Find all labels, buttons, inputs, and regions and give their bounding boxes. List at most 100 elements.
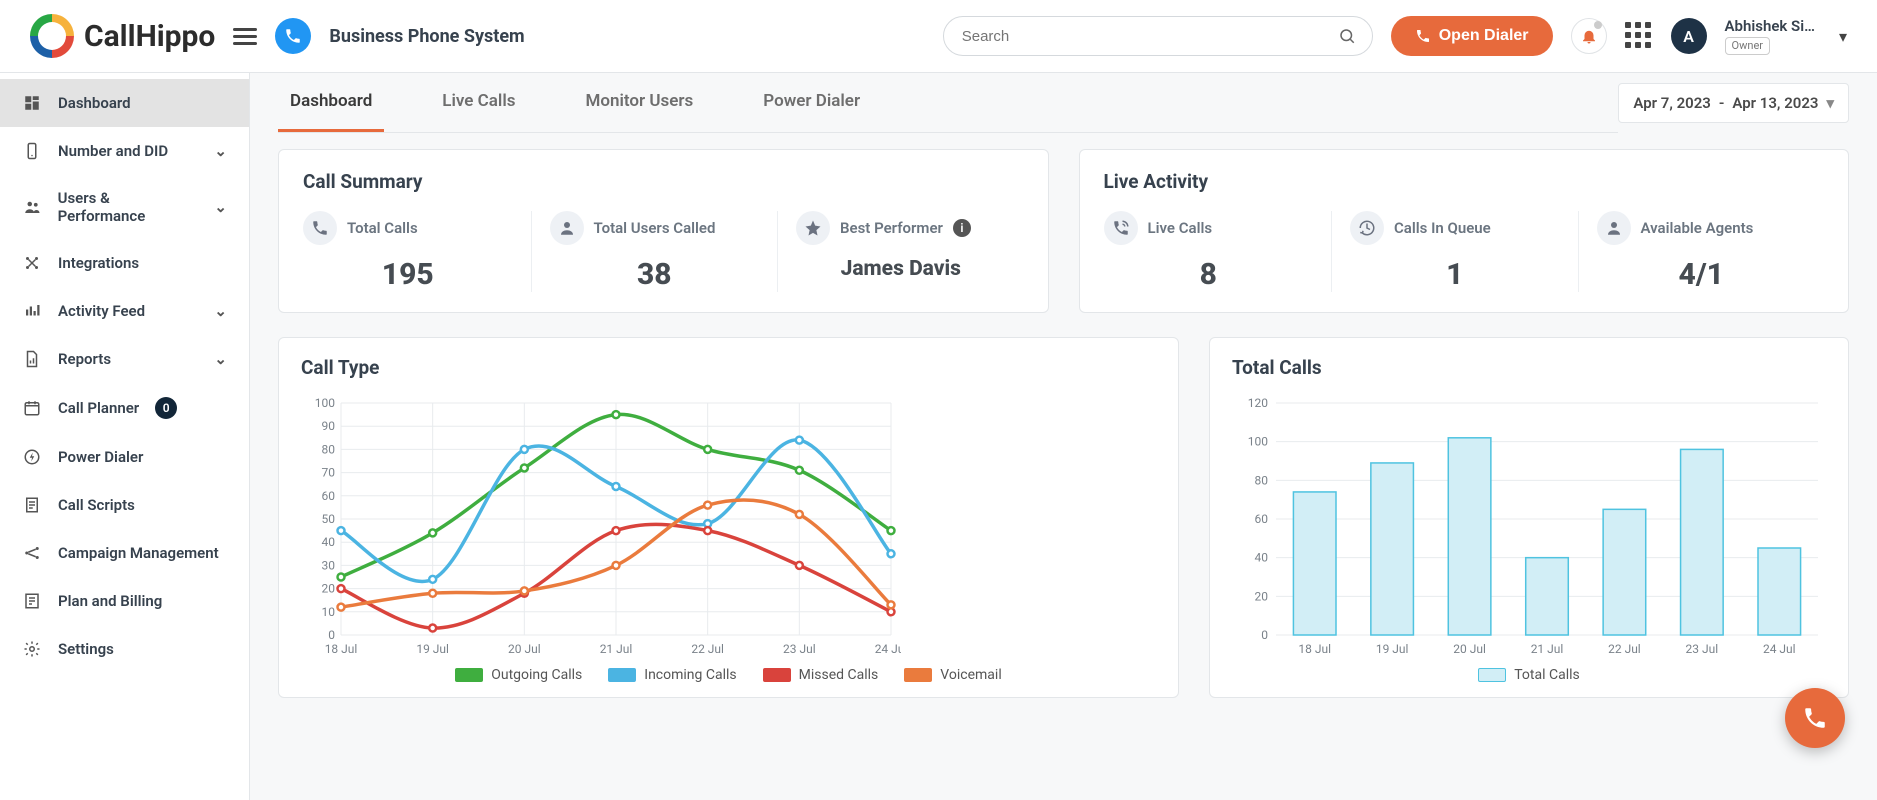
svg-text:60: 60: [322, 489, 336, 503]
sidebar-item-power[interactable]: Power Dialer: [0, 433, 249, 481]
open-dialer-button[interactable]: Open Dialer: [1391, 16, 1553, 56]
summary-stat-1: Total Users Called 38: [531, 211, 778, 292]
svg-text:23 Jul: 23 Jul: [1686, 642, 1719, 656]
integrations-icon: [22, 253, 42, 273]
sidebar-item-activity[interactable]: Activity Feed ⌄: [0, 287, 249, 335]
call-summary-card: Call Summary Total Calls 195 Total Users…: [278, 149, 1049, 313]
date-range-picker[interactable]: Apr 7, 2023 - Apr 13, 2023 ▾: [1618, 83, 1849, 123]
sidebar-badge: 0: [155, 397, 177, 419]
hamburger-toggle[interactable]: [233, 28, 257, 45]
user-role-badge: Owner: [1725, 37, 1770, 54]
tab-power-dialer[interactable]: Power Dialer: [751, 73, 872, 132]
sidebar-item-reports[interactable]: Reports ⌄: [0, 335, 249, 383]
topbar: CallHippo Business Phone System Open Dia…: [0, 0, 1877, 73]
avatar[interactable]: A: [1671, 18, 1707, 54]
live-stat-1: Calls In Queue 1: [1331, 211, 1578, 292]
sidebar-item-campaign[interactable]: Campaign Management: [0, 529, 249, 577]
svg-text:19 Jul: 19 Jul: [416, 642, 449, 656]
sidebar-item-dashboard[interactable]: Dashboard: [0, 79, 249, 127]
tab-monitor-users[interactable]: Monitor Users: [574, 73, 706, 132]
sidebar-item-label: Settings: [58, 640, 114, 658]
tab-dashboard[interactable]: Dashboard: [278, 73, 384, 132]
campaign-icon: [22, 543, 42, 563]
chevron-down-icon: ▾: [1826, 94, 1834, 112]
live-icon: [1104, 211, 1138, 245]
svg-text:20 Jul: 20 Jul: [508, 642, 541, 656]
call-type-card: Call Type 010203040506070809010018 Jul19…: [278, 337, 1179, 698]
user-menu[interactable]: Abhishek Si… Owner: [1725, 17, 1815, 54]
apps-menu-icon[interactable]: [1625, 22, 1653, 50]
search-input[interactable]: [960, 27, 1338, 46]
summary-stat-0: Total Calls 195: [303, 211, 531, 292]
users-icon: [22, 197, 42, 217]
sidebar-item-users[interactable]: Users & Performance ⌄: [0, 175, 249, 239]
sidebar-item-billing[interactable]: Plan and Billing: [0, 577, 249, 625]
live-stat-0: Live Calls 8: [1104, 211, 1332, 292]
sidebar-item-number[interactable]: Number and DID ⌄: [0, 127, 249, 175]
dashboard-icon: [22, 93, 42, 113]
settings-icon: [22, 639, 42, 659]
svg-text:19 Jul: 19 Jul: [1376, 642, 1409, 656]
person-icon: [550, 211, 584, 245]
chevron-down-icon: ⌄: [214, 350, 227, 368]
date-to: Apr 13, 2023: [1732, 94, 1818, 112]
stat-label: Live Calls: [1148, 219, 1213, 237]
sidebar-item-label: Call Scripts: [58, 496, 135, 514]
svg-text:23 Jul: 23 Jul: [783, 642, 816, 656]
bell-icon: [1580, 27, 1598, 45]
legend-item[interactable]: Voicemail: [904, 667, 1001, 683]
sidebar-item-label: Dashboard: [58, 94, 131, 112]
legend-item[interactable]: Outgoing Calls: [455, 667, 582, 683]
svg-text:21 Jul: 21 Jul: [600, 642, 633, 656]
phone-icon: [1415, 28, 1431, 44]
scripts-icon: [22, 495, 42, 515]
svg-text:100: 100: [1248, 435, 1268, 449]
queue-icon: [1350, 211, 1384, 245]
stat-label: Calls In Queue: [1394, 219, 1491, 237]
svg-text:90: 90: [322, 419, 336, 433]
power-icon: [22, 447, 42, 467]
stat-label: Total Users Called: [594, 219, 716, 237]
chevron-down-icon: ⌄: [214, 302, 227, 320]
legend-item[interactable]: Incoming Calls: [608, 667, 736, 683]
sidebar-item-settings[interactable]: Settings: [0, 625, 249, 673]
notifications-button[interactable]: [1571, 18, 1607, 54]
brand-name: CallHippo: [84, 19, 215, 54]
svg-text:60: 60: [1255, 512, 1269, 526]
user-name: Abhishek Si…: [1725, 17, 1815, 35]
live-stat-2: Available Agents 4/1: [1578, 211, 1825, 292]
svg-text:0: 0: [328, 628, 335, 642]
brand-logo[interactable]: CallHippo: [30, 14, 215, 58]
global-search[interactable]: [943, 16, 1373, 56]
info-icon[interactable]: i: [953, 219, 971, 237]
brand-icon: [30, 14, 74, 58]
main-content: Dashboard Live Calls Monitor Users Power Di…: [250, 73, 1877, 800]
stat-value: 38: [550, 257, 760, 292]
billing-icon: [22, 591, 42, 611]
stat-value: 195: [303, 257, 513, 292]
sidebar-item-label: Call Planner: [58, 399, 139, 417]
star-icon: [796, 211, 830, 245]
sidebar-item-label: Users & Performance: [58, 189, 199, 225]
call-summary-title: Call Summary: [303, 170, 1024, 193]
svg-text:40: 40: [1255, 551, 1269, 565]
sidebar-item-label: Reports: [58, 350, 111, 368]
svg-text:18 Jul: 18 Jul: [325, 642, 358, 656]
reports-icon: [22, 349, 42, 369]
phone-icon: [303, 211, 337, 245]
tab-live-calls[interactable]: Live Calls: [430, 73, 527, 132]
planner-icon: [22, 398, 42, 418]
sidebar-item-label: Campaign Management: [58, 544, 219, 562]
fab-dialer-button[interactable]: [1785, 688, 1845, 748]
svg-text:30: 30: [322, 558, 336, 572]
date-sep: -: [1719, 94, 1725, 112]
sidebar-item-scripts[interactable]: Call Scripts: [0, 481, 249, 529]
stat-value: 1: [1350, 257, 1560, 292]
sidebar-item-planner[interactable]: Call Planner 0: [0, 383, 249, 433]
agent-icon: [1597, 211, 1631, 245]
sidebar-item-label: Number and DID: [58, 142, 168, 160]
caret-down-icon[interactable]: ▾: [1839, 27, 1847, 46]
legend-item[interactable]: Missed Calls: [763, 667, 879, 683]
sidebar-item-integrations[interactable]: Integrations: [0, 239, 249, 287]
phone-icon: [1802, 705, 1828, 731]
